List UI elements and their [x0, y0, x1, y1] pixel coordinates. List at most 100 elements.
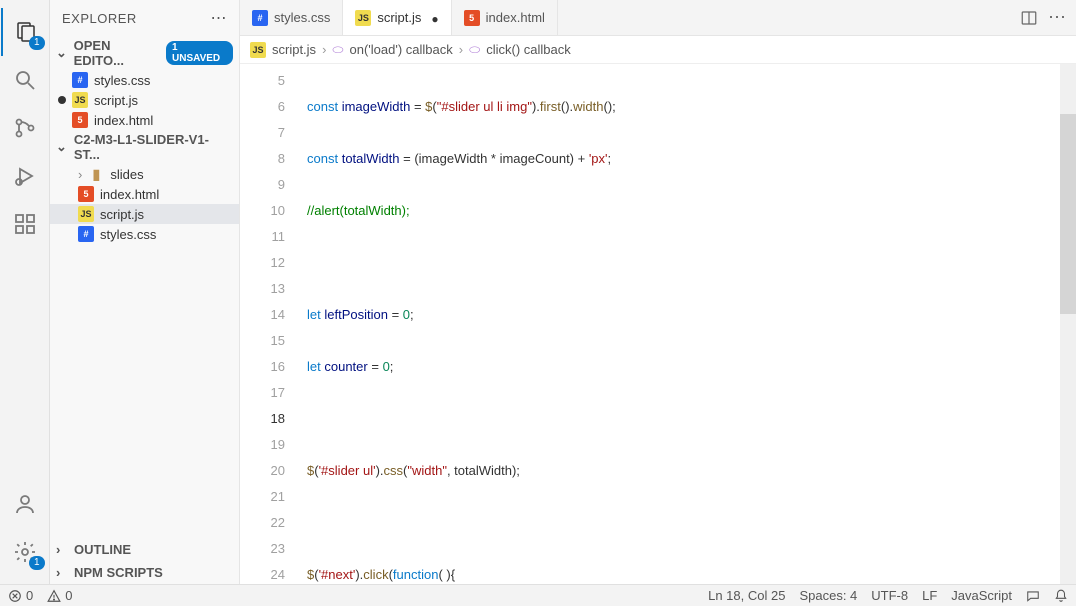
- method-icon: ⬭: [332, 42, 343, 58]
- line-number[interactable]: 8: [240, 146, 285, 172]
- line-number[interactable]: 19: [240, 432, 285, 458]
- language-mode[interactable]: JavaScript: [951, 588, 1012, 603]
- extensions-icon[interactable]: [1, 200, 49, 248]
- open-editor-item[interactable]: JS script.js: [50, 90, 239, 110]
- breadcrumbs[interactable]: JS script.js › ⬭ on('load') callback › ⬭…: [240, 36, 1076, 64]
- line-number[interactable]: 17: [240, 380, 285, 406]
- settings-badge: 1: [29, 556, 45, 570]
- cursor-position[interactable]: Ln 18, Col 25: [708, 588, 785, 603]
- dirty-indicator-icon: [58, 96, 66, 104]
- code-editor[interactable]: const imageWidth = $("#slider ul li img"…: [295, 64, 1060, 584]
- file-label: styles.css: [100, 227, 156, 242]
- css-file-icon: #: [252, 10, 268, 26]
- explorer-more-icon[interactable]: ⋯: [211, 8, 228, 28]
- chevron-right-icon: ›: [78, 167, 82, 182]
- folder-item[interactable]: › ▮ slides: [50, 164, 239, 184]
- problems-warnings[interactable]: 0: [47, 588, 72, 603]
- split-editor-icon[interactable]: [1020, 9, 1038, 27]
- chevron-right-icon: ›: [459, 42, 463, 57]
- explorer-title: EXPLORER: [62, 11, 137, 26]
- html-file-icon: 5: [464, 10, 480, 26]
- line-number[interactable]: 5: [240, 68, 285, 94]
- line-gutter[interactable]: 56789101112131415161718192021222324: [240, 64, 295, 584]
- line-number[interactable]: 7: [240, 120, 285, 146]
- line-number[interactable]: 18: [240, 406, 285, 432]
- open-editors-section[interactable]: ⌄ OPEN EDITO... 1 UNSAVED: [50, 36, 239, 70]
- line-number[interactable]: 15: [240, 328, 285, 354]
- js-file-icon: JS: [78, 206, 94, 222]
- problems-errors[interactable]: 0: [8, 588, 33, 603]
- unsaved-badge: 1 UNSAVED: [166, 41, 233, 65]
- css-file-icon: #: [78, 226, 94, 242]
- open-editors-label: OPEN EDITO...: [74, 38, 162, 68]
- file-item[interactable]: # styles.css: [50, 224, 239, 244]
- chevron-right-icon: ›: [56, 542, 70, 557]
- notifications-icon[interactable]: [1054, 589, 1068, 603]
- line-number[interactable]: 9: [240, 172, 285, 198]
- line-number[interactable]: 16: [240, 354, 285, 380]
- minimap-scrollbar[interactable]: [1060, 64, 1076, 584]
- chevron-down-icon: ⌄: [56, 139, 70, 155]
- breadcrumb-file: script.js: [272, 42, 316, 57]
- html-file-icon: 5: [78, 186, 94, 202]
- minimap-thumb[interactable]: [1060, 114, 1076, 314]
- outline-label: OUTLINE: [74, 542, 131, 557]
- editor-tabs: # styles.css JS script.js 5 index.html ⋯: [240, 0, 1076, 36]
- eol-status[interactable]: LF: [922, 588, 937, 603]
- line-number[interactable]: 20: [240, 458, 285, 484]
- tab-label: styles.css: [274, 10, 330, 25]
- tab-more-icon[interactable]: ⋯: [1048, 7, 1066, 28]
- open-editor-item[interactable]: # styles.css: [50, 70, 239, 90]
- file-item[interactable]: JS script.js: [50, 204, 239, 224]
- breadcrumb-symbol: click() callback: [486, 42, 571, 57]
- project-section[interactable]: ⌄ C2-M3-L1-SLIDER-V1-ST...: [50, 130, 239, 164]
- explorer-badge: 1: [29, 36, 45, 50]
- file-label: index.html: [94, 113, 153, 128]
- editor-tab[interactable]: 5 index.html: [452, 0, 558, 35]
- line-number[interactable]: 22: [240, 510, 285, 536]
- line-number[interactable]: 12: [240, 250, 285, 276]
- account-icon[interactable]: [1, 480, 49, 528]
- file-label: index.html: [100, 187, 159, 202]
- outline-section[interactable]: › OUTLINE: [50, 538, 239, 561]
- line-number[interactable]: 13: [240, 276, 285, 302]
- editor-pane: # styles.css JS script.js 5 index.html ⋯…: [240, 0, 1076, 584]
- breadcrumb-symbol: on('load') callback: [350, 42, 453, 57]
- line-number[interactable]: 11: [240, 224, 285, 250]
- indentation-status[interactable]: Spaces: 4: [799, 588, 857, 603]
- line-number[interactable]: 23: [240, 536, 285, 562]
- settings-icon[interactable]: 1: [1, 528, 49, 576]
- dirty-indicator-icon: [431, 10, 438, 26]
- tab-label: index.html: [486, 10, 545, 25]
- line-number[interactable]: 24: [240, 562, 285, 584]
- search-icon[interactable]: [1, 56, 49, 104]
- css-file-icon: #: [72, 72, 88, 88]
- editor-tab[interactable]: # styles.css: [240, 0, 343, 35]
- status-bar: 0 0 Ln 18, Col 25 Spaces: 4 UTF-8 LF Jav…: [0, 584, 1076, 606]
- error-icon: [8, 589, 22, 603]
- encoding-status[interactable]: UTF-8: [871, 588, 908, 603]
- npm-label: NPM SCRIPTS: [74, 565, 163, 580]
- line-number[interactable]: 21: [240, 484, 285, 510]
- editor-tab[interactable]: JS script.js: [343, 0, 451, 35]
- chevron-right-icon: ›: [56, 565, 70, 580]
- npm-scripts-section[interactable]: › NPM SCRIPTS: [50, 561, 239, 584]
- project-label: C2-M3-L1-SLIDER-V1-ST...: [74, 132, 233, 162]
- file-label: slides: [110, 167, 143, 182]
- source-control-icon[interactable]: [1, 104, 49, 152]
- run-debug-icon[interactable]: [1, 152, 49, 200]
- method-icon: ⬭: [469, 42, 480, 58]
- file-label: script.js: [94, 93, 138, 108]
- file-label: script.js: [100, 207, 144, 222]
- file-label: styles.css: [94, 73, 150, 88]
- line-number[interactable]: 6: [240, 94, 285, 120]
- html-file-icon: 5: [72, 112, 88, 128]
- activity-bar: 1 1: [0, 0, 50, 584]
- explorer-icon[interactable]: 1: [1, 8, 49, 56]
- file-item[interactable]: 5 index.html: [50, 184, 239, 204]
- js-file-icon: JS: [250, 42, 266, 58]
- feedback-icon[interactable]: [1026, 589, 1040, 603]
- line-number[interactable]: 10: [240, 198, 285, 224]
- line-number[interactable]: 14: [240, 302, 285, 328]
- open-editor-item[interactable]: 5 index.html: [50, 110, 239, 130]
